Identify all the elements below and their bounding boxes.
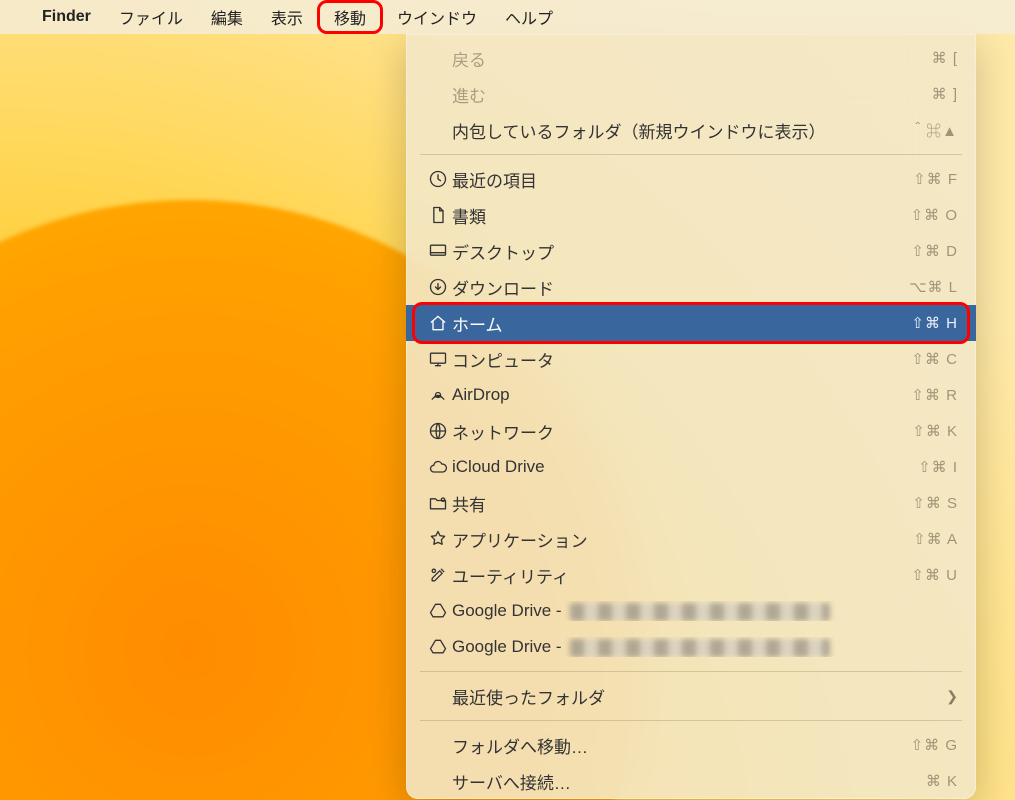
menu-item-google-drive-1[interactable]: Google Drive - xyxy=(406,593,976,629)
label: ダウンロード xyxy=(452,275,909,300)
cloud-icon xyxy=(424,457,452,477)
go-menu-dropdown: 戻る ⌘ [ 進む ⌘ ] 内包しているフォルダ（新規ウインドウに表示） ＾⌘▲… xyxy=(406,34,976,799)
shortcut: ⇧⌘ U xyxy=(911,566,958,584)
shortcut: ⇧⌘ K xyxy=(912,422,958,440)
menu-item-shared[interactable]: 共有 ⇧⌘ S xyxy=(406,485,976,521)
menu-item-go-to-folder[interactable]: フォルダへ移動… ⇧⌘ G xyxy=(406,727,976,763)
shortcut: ⇧⌘ F xyxy=(913,170,958,188)
menu-edit[interactable]: 編集 xyxy=(197,0,257,34)
menu-item-recents[interactable]: 最近の項目 ⇧⌘ F xyxy=(406,161,976,197)
label: 書類 xyxy=(452,203,911,228)
shared-folder-icon xyxy=(424,493,452,513)
download-icon xyxy=(424,277,452,297)
label: ネットワーク xyxy=(452,419,912,444)
shortcut: ⇧⌘ R xyxy=(911,386,958,404)
menu-item-documents[interactable]: 書類 ⇧⌘ O xyxy=(406,197,976,233)
shortcut: ⌘ [ xyxy=(932,49,958,67)
network-icon xyxy=(424,421,452,441)
menu-item-connect-to-server[interactable]: サーバへ接続… ⌘ K xyxy=(406,763,976,799)
menu-item-network[interactable]: ネットワーク ⇧⌘ K xyxy=(406,413,976,449)
label: 内包しているフォルダ（新規ウインドウに表示） xyxy=(452,118,910,143)
label: 戻る xyxy=(452,46,932,71)
label: AirDrop xyxy=(452,385,911,405)
label: iCloud Drive xyxy=(452,457,918,477)
label: サーバへ接続… xyxy=(452,769,926,794)
menu-view[interactable]: 表示 xyxy=(257,0,317,34)
shortcut: ⌥⌘ L xyxy=(909,278,958,296)
chevron-right-icon: ❯ xyxy=(946,688,958,705)
menu-item-recent-folders[interactable]: 最近使ったフォルダ ❯ xyxy=(406,678,976,714)
separator xyxy=(420,720,962,721)
label: 最近の項目 xyxy=(452,167,913,192)
menu-item-enclosing-folder[interactable]: 内包しているフォルダ（新規ウインドウに表示） ＾⌘▲ xyxy=(406,112,976,148)
menu-item-utilities[interactable]: ユーティリティ ⇧⌘ U xyxy=(406,557,976,593)
home-icon xyxy=(424,313,452,333)
menu-help[interactable]: ヘルプ xyxy=(491,0,567,34)
shortcut: ＾⌘▲ xyxy=(910,120,958,141)
label: フォルダへ移動… xyxy=(452,733,911,758)
label: アプリケーション xyxy=(452,527,913,552)
menu-item-applications[interactable]: アプリケーション ⇧⌘ A xyxy=(406,521,976,557)
label: Google Drive - xyxy=(452,601,958,621)
menu-item-computer[interactable]: コンピュータ ⇧⌘ C xyxy=(406,341,976,377)
menu-item-icloud[interactable]: iCloud Drive ⇧⌘ I xyxy=(406,449,976,485)
menu-window[interactable]: ウインドウ xyxy=(383,0,491,34)
shortcut: ⇧⌘ H xyxy=(911,314,958,332)
label: 進む xyxy=(452,82,932,107)
menu-file[interactable]: ファイル xyxy=(105,0,197,34)
desktop-icon xyxy=(424,241,452,261)
gdrive-icon xyxy=(424,601,452,621)
redacted-text xyxy=(570,639,830,657)
label: コンピュータ xyxy=(452,347,911,372)
separator xyxy=(420,671,962,672)
utilities-icon xyxy=(424,565,452,585)
shortcut: ⇧⌘ S xyxy=(912,494,958,512)
shortcut: ⇧⌘ I xyxy=(918,458,958,476)
shortcut: ⌘ ] xyxy=(932,85,958,103)
desktop: Finder ファイル 編集 表示 移動 ウインドウ ヘルプ 戻る ⌘ [ 進む… xyxy=(0,0,1015,800)
shortcut: ⇧⌘ G xyxy=(911,736,958,754)
gdrive-icon xyxy=(424,637,452,657)
menu-go[interactable]: 移動 xyxy=(317,0,383,34)
shortcut: ⇧⌘ O xyxy=(911,206,958,224)
menu-item-downloads[interactable]: ダウンロード ⌥⌘ L xyxy=(406,269,976,305)
shortcut: ⇧⌘ C xyxy=(911,350,958,368)
menu-item-back[interactable]: 戻る ⌘ [ xyxy=(406,40,976,76)
menu-item-home[interactable]: ホーム ⇧⌘ H xyxy=(406,305,976,341)
label: デスクトップ xyxy=(452,239,911,264)
menubar: Finder ファイル 編集 表示 移動 ウインドウ ヘルプ xyxy=(0,0,1015,34)
app-name[interactable]: Finder xyxy=(28,0,105,34)
redacted-text xyxy=(570,603,830,621)
shortcut: ⇧⌘ D xyxy=(911,242,958,260)
apple-menu[interactable] xyxy=(0,0,28,34)
label: ホーム xyxy=(452,311,911,336)
label: 共有 xyxy=(452,491,912,516)
applications-icon xyxy=(424,529,452,549)
label: ユーティリティ xyxy=(452,563,911,588)
menu-item-airdrop[interactable]: AirDrop ⇧⌘ R xyxy=(406,377,976,413)
shortcut: ⇧⌘ A xyxy=(913,530,958,548)
menu-item-desktop[interactable]: デスクトップ ⇧⌘ D xyxy=(406,233,976,269)
menu-item-google-drive-2[interactable]: Google Drive - xyxy=(406,629,976,665)
separator xyxy=(420,154,962,155)
menu-item-forward[interactable]: 進む ⌘ ] xyxy=(406,76,976,112)
label: 最近使ったフォルダ xyxy=(452,684,946,709)
clock-icon xyxy=(424,169,452,189)
label: Google Drive - xyxy=(452,637,958,657)
computer-icon xyxy=(424,349,452,369)
shortcut: ⌘ K xyxy=(926,772,958,790)
document-icon xyxy=(424,205,452,225)
airdrop-icon xyxy=(424,385,452,405)
